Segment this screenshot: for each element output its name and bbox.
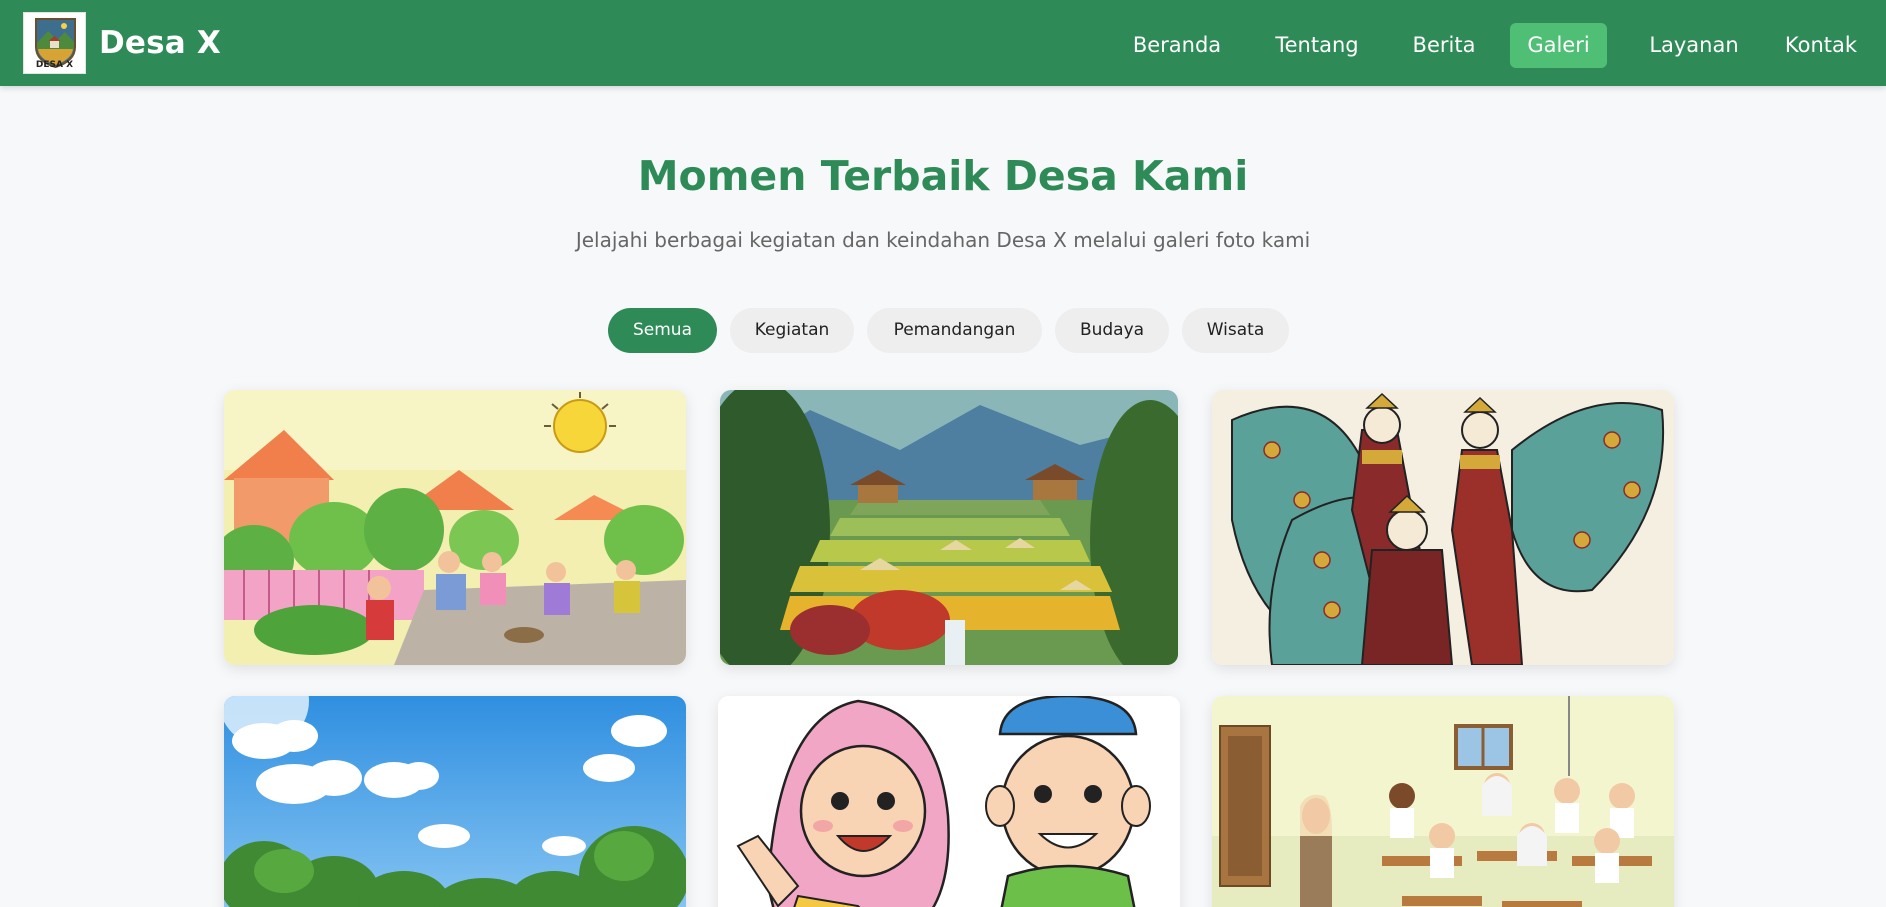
muslim-children-cartoon <box>718 696 1180 907</box>
gotong-royong-illustration <box>224 390 686 665</box>
gallery-item-langit[interactable] <box>224 696 686 907</box>
gallery-item-anak-muslim[interactable] <box>718 696 1180 907</box>
filter-kegiatan[interactable]: Kegiatan <box>730 308 854 353</box>
filter-pemandangan[interactable]: Pemandangan <box>867 308 1042 353</box>
brand-name[interactable]: Desa X <box>99 25 221 61</box>
nav-kontak[interactable]: Kontak <box>1780 23 1862 68</box>
nav-beranda[interactable]: Beranda <box>1124 23 1230 68</box>
page-title: Momen Terbaik Desa Kami <box>637 152 1249 200</box>
nav-berita[interactable]: Berita <box>1406 23 1482 68</box>
filter-budaya[interactable]: Budaya <box>1055 308 1169 353</box>
nav-tentang[interactable]: Tentang <box>1266 23 1368 68</box>
filter-wisata[interactable]: Wisata <box>1182 308 1289 353</box>
gallery-item-tari[interactable] <box>1212 390 1674 665</box>
brand[interactable]: DESA X Desa X <box>23 12 221 74</box>
classroom-illustration <box>1212 696 1674 907</box>
filter-semua[interactable]: Semua <box>608 308 717 353</box>
nav-layanan[interactable]: Layanan <box>1636 23 1752 68</box>
gallery-item-kelas[interactable] <box>1212 696 1674 907</box>
gallery-item-gotong-royong[interactable] <box>224 390 686 665</box>
nav-galeri[interactable]: Galeri <box>1510 23 1607 68</box>
top-navbar: DESA X Desa X Beranda Tentang Berita Gal… <box>0 0 1886 86</box>
rice-terrace-painting <box>720 390 1178 665</box>
traditional-dance-illustration <box>1212 390 1674 665</box>
logo-text: DESA X <box>35 60 74 70</box>
gallery-item-sawah[interactable] <box>720 390 1178 665</box>
blue-sky-trees-illustration <box>224 696 686 907</box>
page-subtitle: Jelajahi berbagai kegiatan dan keindahan… <box>575 228 1311 252</box>
village-logo-icon: DESA X <box>23 12 86 74</box>
